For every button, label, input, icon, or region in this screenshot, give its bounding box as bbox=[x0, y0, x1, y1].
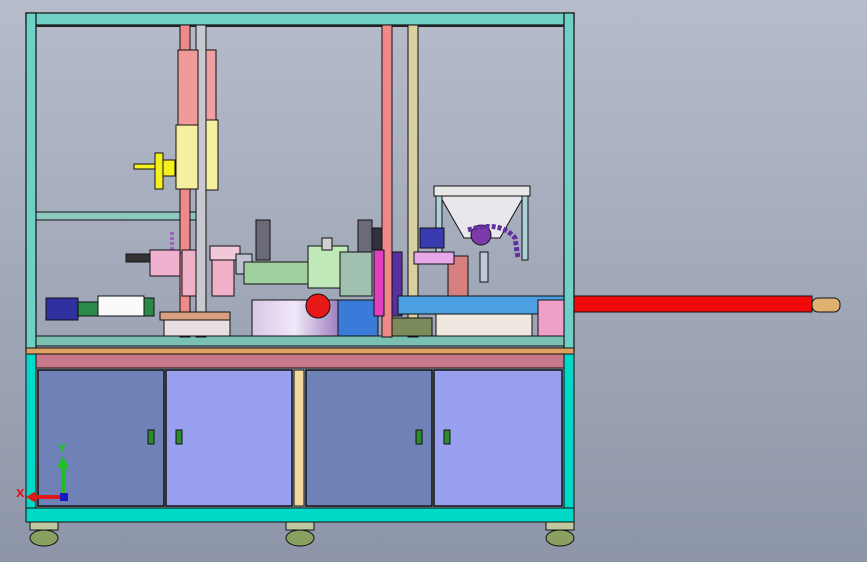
frame-base-plate bbox=[35, 335, 565, 347]
center-tan-post bbox=[407, 24, 419, 338]
column-yellow-slider bbox=[175, 124, 199, 190]
servo-motor-2 bbox=[357, 219, 373, 257]
cabinet-handle-icon bbox=[175, 429, 183, 445]
caster-wheel-icon bbox=[545, 521, 575, 547]
cabinet-handle-icon bbox=[147, 429, 155, 445]
cabinet-right-post bbox=[563, 353, 575, 523]
blue-sensor-box bbox=[45, 297, 79, 321]
white-cylinder bbox=[97, 295, 145, 317]
frame-right-post bbox=[563, 12, 575, 352]
cabinet-center-post bbox=[293, 369, 305, 507]
column-yellow-slider-2 bbox=[205, 119, 219, 191]
table-top-orange bbox=[25, 347, 575, 355]
cabinet-door-1 bbox=[37, 369, 165, 507]
axis-x-label: X bbox=[16, 487, 25, 500]
cabinet-header bbox=[35, 353, 565, 369]
caster-wheel-icon bbox=[285, 521, 315, 547]
caster-wheel-icon bbox=[29, 521, 59, 547]
machine-front-view bbox=[0, 0, 867, 562]
frame-left-post bbox=[25, 12, 37, 352]
output-conveyor-red bbox=[573, 295, 813, 313]
cabinet-handle-icon bbox=[443, 429, 451, 445]
base-cabinet bbox=[25, 347, 575, 523]
column-upper-block bbox=[177, 49, 199, 131]
cabinet-bottom-rail bbox=[25, 507, 575, 523]
cabinet-door-4 bbox=[433, 369, 563, 507]
cabinet-door-3 bbox=[305, 369, 433, 507]
frame-mid-rail bbox=[35, 211, 197, 221]
red-indexer bbox=[305, 293, 331, 319]
cabinet-door-2 bbox=[165, 369, 293, 507]
cad-viewport[interactable]: Y X bbox=[0, 0, 867, 562]
cabinet-handle-icon bbox=[415, 429, 423, 445]
axis-y-label: Y bbox=[58, 442, 66, 455]
frame-inner-top-line bbox=[36, 25, 564, 27]
output-conveyor-end bbox=[811, 297, 841, 313]
servo-motor-1 bbox=[255, 219, 271, 261]
frame-top-rail bbox=[25, 12, 575, 26]
